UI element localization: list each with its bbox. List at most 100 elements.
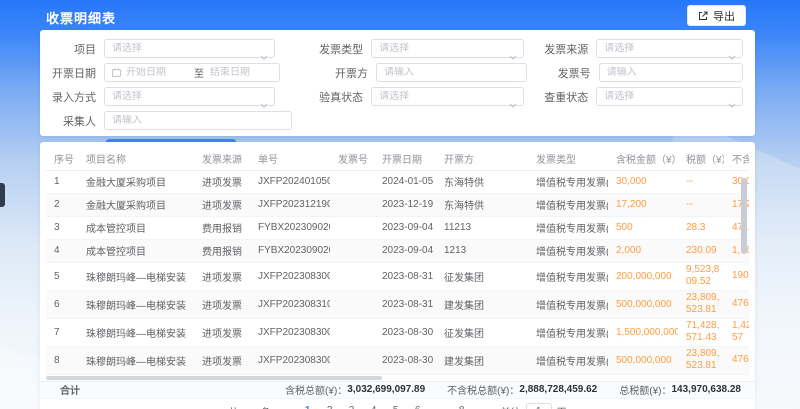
table-cell: 190,476,190.48 bbox=[724, 262, 749, 290]
collector-input[interactable] bbox=[112, 115, 284, 126]
table-cell: 500,000,000 bbox=[608, 290, 678, 318]
table-row[interactable]: 6珠穆朗玛峰—电梯安装进项发票JXFP202308310012023-08-31… bbox=[46, 290, 749, 318]
table-cell: 23,809,523.81 bbox=[678, 346, 724, 374]
table-cell: 金融大厦采购项目 bbox=[78, 170, 194, 193]
table-cell: 230.09 bbox=[678, 239, 724, 262]
table-cell bbox=[330, 239, 374, 262]
goto-label: 前往 bbox=[501, 404, 521, 409]
table-row[interactable]: 7珠穆朗玛峰—电梯安装进项发票JXFP202308300012023-08-30… bbox=[46, 318, 749, 346]
table-row[interactable]: 1金融大厦采购项目进项发票JXFP202401050012024-01-05东海… bbox=[46, 170, 749, 193]
table-cell: 增值税专用发票(蓝) bbox=[528, 262, 608, 290]
table-cell: 71,428,571.43 bbox=[678, 318, 724, 346]
table-cell: 8 bbox=[46, 346, 78, 374]
invoice-no-input[interactable] bbox=[607, 67, 735, 78]
project-label: 项目 bbox=[52, 41, 104, 57]
dup-status-select[interactable] bbox=[596, 87, 743, 106]
invoice-no-label: 发票号 bbox=[541, 65, 599, 81]
project-select-input[interactable] bbox=[112, 43, 267, 54]
next-page-button[interactable]: › bbox=[475, 404, 487, 409]
entry-method-select[interactable] bbox=[104, 87, 275, 106]
table-cell: 增值税专用发票(蓝) bbox=[528, 239, 608, 262]
entry-method-label: 录入方式 bbox=[52, 89, 104, 105]
table-cell: 费用报销 bbox=[194, 216, 250, 239]
table-cell: 增值税专用发票(蓝) bbox=[528, 318, 608, 346]
horizontal-scrollbar[interactable] bbox=[46, 376, 382, 380]
table-row[interactable]: 4成本管控项目费用报销FYBX202309020032023-09-041213… bbox=[46, 239, 749, 262]
dup-status-select-input[interactable] bbox=[604, 91, 735, 102]
page-button[interactable]: 1 bbox=[299, 402, 317, 409]
table-cell: 17,200 bbox=[608, 193, 678, 216]
invoice-type-select-input[interactable] bbox=[379, 43, 516, 54]
column-header: 序号 bbox=[46, 148, 78, 170]
page-button[interactable]: 5 bbox=[387, 402, 405, 409]
table-row[interactable]: 2金融大厦采购项目进项发票JXFP202312190022023-12-19东海… bbox=[46, 193, 749, 216]
table-cell: 11213 bbox=[436, 216, 528, 239]
export-button[interactable]: 导出 bbox=[687, 5, 746, 26]
verify-status-select[interactable] bbox=[371, 87, 524, 106]
page-button[interactable]: 8 bbox=[453, 402, 471, 409]
table-cell bbox=[330, 170, 374, 193]
table-cell: 30,000 bbox=[608, 170, 678, 193]
table-cell bbox=[330, 216, 374, 239]
invoice-type-select[interactable] bbox=[371, 39, 524, 58]
calendar-icon bbox=[112, 68, 121, 77]
table-cell: 进项发票 bbox=[194, 262, 250, 290]
column-header: 不含税金额（¥） bbox=[724, 148, 749, 170]
column-header: 开票日期 bbox=[374, 148, 436, 170]
table-cell: 增值税专用发票(蓝) bbox=[528, 290, 608, 318]
table-cell: 7 bbox=[46, 318, 78, 346]
prev-page-button[interactable]: ‹ bbox=[283, 404, 295, 409]
table-cell: 进项发票 bbox=[194, 318, 250, 346]
issuer-input-box[interactable] bbox=[376, 63, 527, 82]
table-cell: 500,000,000 bbox=[608, 346, 678, 374]
chevron-down-icon bbox=[728, 95, 736, 113]
table-row[interactable]: 3成本管控项目费用报销FYBX202309020032023-09-041121… bbox=[46, 216, 749, 239]
table-cell bbox=[330, 290, 374, 318]
table-cell: 进项发票 bbox=[194, 290, 250, 318]
invoice-no-input-box[interactable] bbox=[599, 63, 743, 82]
page-buttons: 123456...8 bbox=[299, 402, 471, 409]
date-separator: 至 bbox=[188, 65, 210, 80]
collector-input-box[interactable] bbox=[104, 111, 292, 130]
table-scroll-area[interactable]: 序号项目名称发票来源单号发票号开票日期开票方发票类型含税金额（¥）税额（¥）不含… bbox=[46, 148, 749, 375]
table-body: 1金融大厦采购项目进项发票JXFP202401050012024-01-05东海… bbox=[46, 170, 749, 374]
table-cell: 476,190,476.19 bbox=[724, 346, 749, 374]
goto-page-input[interactable] bbox=[526, 403, 552, 409]
table-row[interactable]: 8珠穆朗玛峰—电梯安装进项发票JXFP202308300032023-08-30… bbox=[46, 346, 749, 374]
export-icon bbox=[698, 11, 708, 21]
table-cell: 4 bbox=[46, 239, 78, 262]
table-cell bbox=[330, 262, 374, 290]
drawer-handle[interactable] bbox=[0, 183, 5, 207]
issuer-label: 开票方 bbox=[320, 65, 376, 81]
table-cell: 1213 bbox=[436, 239, 528, 262]
table-cell: -- bbox=[678, 170, 724, 193]
table-cell: 费用报销 bbox=[194, 239, 250, 262]
table-cell: JXFP20230830003 bbox=[250, 346, 330, 374]
table-cell: 500 bbox=[608, 216, 678, 239]
table-cell: 1,428,571,428.57 bbox=[724, 318, 749, 346]
table-cell: 进项发票 bbox=[194, 170, 250, 193]
invoice-source-select[interactable] bbox=[596, 39, 743, 58]
verify-status-select-input[interactable] bbox=[379, 91, 516, 102]
project-select[interactable] bbox=[104, 39, 275, 58]
page-button[interactable]: 4 bbox=[365, 402, 383, 409]
table-cell: 建发集团 bbox=[436, 346, 528, 374]
invoice-date-range[interactable]: 至 bbox=[104, 63, 280, 82]
start-date-input[interactable] bbox=[126, 67, 188, 78]
page-title: 收票明细表 bbox=[46, 8, 116, 27]
invoice-table-card: 序号项目名称发票来源单号发票号开票日期开票方发票类型含税金额（¥）税额（¥）不含… bbox=[40, 142, 755, 409]
end-date-input[interactable] bbox=[210, 67, 272, 78]
table-row[interactable]: 5珠穆朗玛峰—电梯安装进项发票JXFP202308300022023-08-31… bbox=[46, 262, 749, 290]
page-button[interactable]: 2 bbox=[321, 402, 339, 409]
page-button[interactable]: 3 bbox=[343, 402, 361, 409]
column-header: 项目名称 bbox=[78, 148, 194, 170]
entry-method-select-input[interactable] bbox=[112, 91, 267, 102]
issuer-input[interactable] bbox=[384, 67, 519, 78]
table-cell: 征发集团 bbox=[436, 318, 528, 346]
table-cell bbox=[330, 193, 374, 216]
table-cell: FYBX20230902003 bbox=[250, 216, 330, 239]
vertical-scrollbar[interactable] bbox=[741, 178, 747, 254]
summary-row: 合计 含税总额(¥)：3,032,699,097.89 不含税总额(¥)：2,8… bbox=[40, 381, 755, 398]
invoice-source-select-input[interactable] bbox=[604, 43, 735, 54]
page-button[interactable]: 6 bbox=[409, 402, 427, 409]
